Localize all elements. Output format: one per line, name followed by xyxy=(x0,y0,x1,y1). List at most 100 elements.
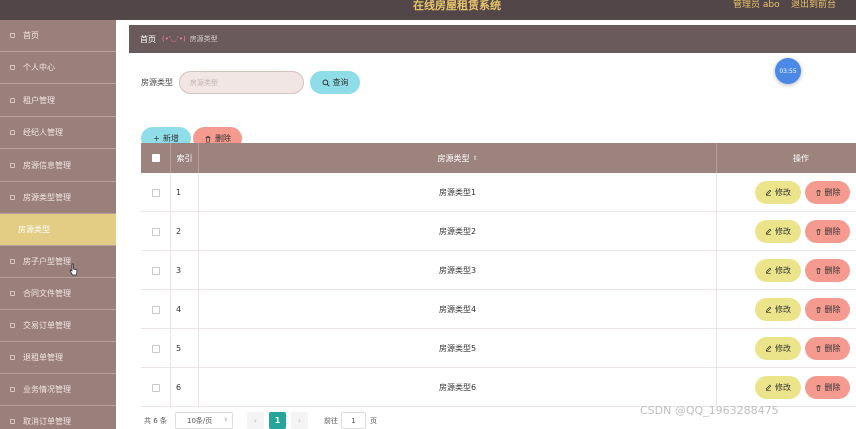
row-checkbox[interactable] xyxy=(151,383,160,392)
table-row: 5 房源类型5 修改 删除 xyxy=(141,329,856,368)
edit-button[interactable]: 修改 xyxy=(755,181,801,204)
delete-button[interactable]: 删除 xyxy=(805,376,850,399)
table-row: 1 房源类型1 修改 删除 xyxy=(141,173,856,212)
breadcrumb: 首页 (•'◡'•) 房源类型 xyxy=(129,25,856,53)
trash-icon xyxy=(815,229,821,235)
sidebar-item-listing-types[interactable]: 房源类型管理 xyxy=(0,182,116,214)
delete-button-label: 删除 xyxy=(824,227,841,236)
top-bar: 在线房屋租赁系统 管理员 abo 退出到前台 xyxy=(0,0,856,20)
sort-icon[interactable]: ⇕ xyxy=(472,155,477,162)
search-icon xyxy=(321,78,330,87)
edit-button[interactable]: 修改 xyxy=(755,298,801,321)
menu-icon xyxy=(10,130,15,135)
row-checkbox-cell xyxy=(141,368,171,407)
delete-button[interactable]: 删除 xyxy=(805,220,850,243)
edit-icon xyxy=(765,228,772,235)
home-icon xyxy=(10,33,15,38)
logout-link[interactable]: 退出到前台 xyxy=(791,0,836,10)
row-checkbox-cell xyxy=(141,290,171,329)
column-header-index: 索引 xyxy=(171,143,199,173)
sidebar-item-profile[interactable]: 个人中心 xyxy=(0,52,116,84)
edit-button-label: 修改 xyxy=(775,266,791,275)
sidebar-item-label: 房源信息管理 xyxy=(23,161,71,170)
edit-icon xyxy=(765,345,772,352)
trash-icon xyxy=(205,135,211,143)
row-type: 房源类型6 xyxy=(199,368,717,407)
row-index: 6 xyxy=(171,368,199,407)
sidebar-item-agents[interactable]: 经纪人管理 xyxy=(0,117,116,149)
menu-icon xyxy=(10,291,15,296)
breadcrumb-home[interactable]: 首页 xyxy=(140,34,156,45)
table-row: 6 房源类型6 修改 删除 xyxy=(141,368,856,407)
menu-icon xyxy=(10,98,15,103)
sidebar-item-layouts[interactable]: 房子户型管理 xyxy=(0,246,116,278)
row-checkbox[interactable] xyxy=(151,266,160,275)
row-checkbox[interactable] xyxy=(151,227,160,236)
table-row: 4 房源类型4 修改 删除 xyxy=(141,290,856,329)
sidebar-item-orders[interactable]: 交易订单管理 xyxy=(0,310,116,342)
sidebar-subitem-listing-type[interactable]: 房源类型 xyxy=(0,214,116,246)
breadcrumb-current: 房源类型 xyxy=(189,35,218,43)
sidebar-item-tenants[interactable]: 租户管理 xyxy=(0,85,116,117)
pagination-total: 共 6 条 xyxy=(144,417,167,425)
breadcrumb-emoticon: (•'◡'•) xyxy=(162,35,186,43)
main-content: 首页 (•'◡'•) 房源类型 房源类型 查询 03:55 + 新增 删除 索引… xyxy=(116,20,856,429)
row-index: 2 xyxy=(171,212,199,251)
delete-button-label: 删除 xyxy=(824,383,841,392)
search-input[interactable] xyxy=(179,71,304,94)
row-checkbox[interactable] xyxy=(151,188,160,197)
row-index: 1 xyxy=(171,173,199,212)
row-checkbox-cell xyxy=(141,173,171,212)
sidebar-item-label: 合同文件管理 xyxy=(23,289,71,298)
chevron-left-icon: ‹ xyxy=(253,416,258,425)
menu-icon xyxy=(10,195,15,200)
row-type: 房源类型1 xyxy=(199,173,717,212)
sidebar-item-listings[interactable]: 房源信息管理 xyxy=(0,150,116,182)
edit-button[interactable]: 修改 xyxy=(755,376,801,399)
row-checkbox[interactable] xyxy=(151,344,160,353)
row-checkbox-cell xyxy=(141,329,171,368)
delete-button[interactable]: 删除 xyxy=(805,298,850,321)
goto-prefix: 前往 xyxy=(324,417,338,425)
menu-icon xyxy=(10,259,15,264)
edit-icon xyxy=(765,189,772,196)
next-page-button[interactable]: › xyxy=(291,412,308,429)
column-header-actions: 操作 xyxy=(793,153,809,163)
edit-button[interactable]: 修改 xyxy=(755,220,801,243)
sidebar-item-label: 个人中心 xyxy=(23,63,55,72)
mouse-cursor-icon xyxy=(69,263,78,276)
edit-button[interactable]: 修改 xyxy=(755,337,801,360)
edit-button[interactable]: 修改 xyxy=(755,259,801,282)
delete-button[interactable]: 删除 xyxy=(805,259,850,282)
sidebar-item-label: 取消订单管理 xyxy=(23,417,71,426)
goto-page-input[interactable]: 1 xyxy=(341,412,366,429)
page-size-select[interactable]: 10条/页 ∨ xyxy=(175,412,233,429)
delete-button[interactable]: 删除 xyxy=(805,337,850,360)
sidebar-item-business[interactable]: 业务情况管理 xyxy=(0,374,116,406)
sidebar-item-home[interactable]: 首页 xyxy=(0,20,116,52)
delete-button-label: 删除 xyxy=(824,344,841,353)
timer-badge[interactable]: 03:55 xyxy=(775,58,801,84)
select-all-checkbox[interactable] xyxy=(151,154,160,162)
delete-button[interactable]: 删除 xyxy=(805,181,850,204)
trash-icon xyxy=(815,385,821,391)
prev-page-button[interactable]: ‹ xyxy=(247,412,264,429)
page-number-button[interactable]: 1 xyxy=(269,412,286,429)
sidebar-item-contracts[interactable]: 合同文件管理 xyxy=(0,278,116,310)
column-header-type[interactable]: 房源类型 ⇕ xyxy=(199,143,717,173)
sidebar-item-cancel-orders[interactable]: 取消订单管理 xyxy=(0,406,116,429)
menu-icon xyxy=(10,163,15,168)
row-checkbox[interactable] xyxy=(151,305,160,314)
sidebar-item-move-out[interactable]: 退租单管理 xyxy=(0,342,116,374)
query-button[interactable]: 查询 xyxy=(310,71,360,94)
admin-user: 管理员 abo xyxy=(733,0,780,10)
chevron-right-icon: › xyxy=(297,416,302,425)
delete-button-label: 删除 xyxy=(824,266,841,275)
sidebar-item-label: 房子户型管理 xyxy=(23,257,71,266)
menu-icon xyxy=(10,419,15,424)
table-row: 3 房源类型3 修改 删除 xyxy=(141,251,856,290)
edit-button-label: 修改 xyxy=(775,383,791,392)
select-all-cell xyxy=(141,143,171,173)
sidebar: 首页 个人中心 租户管理 经纪人管理 房源信息管理 房源类型管理 房源类型 房子… xyxy=(0,20,116,429)
edit-button-label: 修改 xyxy=(775,344,791,353)
